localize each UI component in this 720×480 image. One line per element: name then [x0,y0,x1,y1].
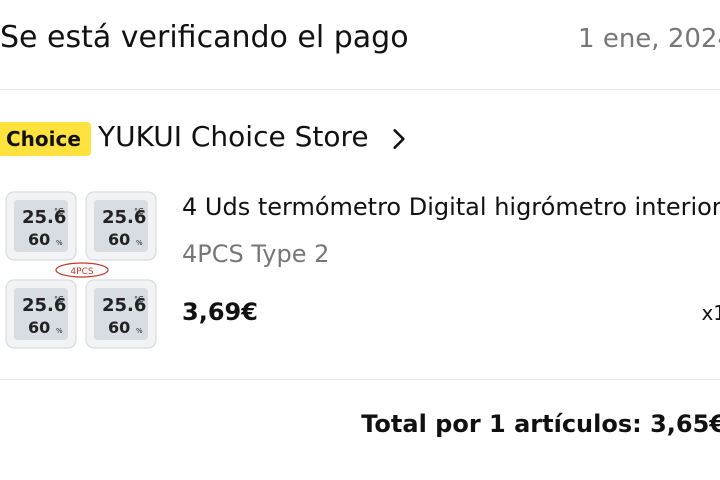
thermometer-device-3: 25.6 °C 60 % [5,279,77,349]
product-image[interactable]: 25.6 °C 60 % 25.6 °C 60 % 4PCS 25.6 °C 6… [0,184,165,354]
chevron-right-icon[interactable] [386,126,412,152]
product-price: 3,69€ [182,298,258,326]
product-image-caption: 4PCS [55,262,109,278]
svg-text:°C: °C [134,207,144,216]
svg-text:°C: °C [54,207,64,216]
svg-text:4PCS: 4PCS [70,267,93,277]
store-name[interactable]: YUKUI Choice Store [98,120,369,153]
order-status-title: Se está verificando el pago [0,20,409,55]
product-variant: 4PCS Type 2 [182,240,330,268]
svg-text:%: % [136,239,143,247]
svg-text:%: % [56,327,63,335]
order-date: 1 ene, 2024 [578,24,720,54]
thermometer-device-1: 25.6 °C 60 % [5,191,77,261]
choice-badge: Choice [0,122,91,156]
product-title[interactable]: 4 Uds termómetro Digital higrómetro inte… [182,193,720,221]
header-divider [0,89,720,90]
order-header: Se está verificando el pago 1 ene, 2024 [0,0,720,88]
svg-text:%: % [56,239,63,247]
product-quantity: x1 [701,301,720,325]
thermometer-device-4: 25.6 °C 60 % [85,279,157,349]
thermometer-device-2: 25.6 °C 60 % [85,191,157,261]
store-row[interactable]: Choice YUKUI Choice Store [0,112,720,166]
svg-text:°C: °C [54,295,64,304]
summary-divider [0,379,720,380]
svg-text:60: 60 [108,318,130,337]
svg-text:60: 60 [28,318,50,337]
order-total: Total por 1 artículos: 3,65€ [361,410,720,438]
svg-text:%: % [136,327,143,335]
svg-text:60: 60 [108,230,130,249]
svg-text:60: 60 [28,230,50,249]
svg-text:°C: °C [134,295,144,304]
